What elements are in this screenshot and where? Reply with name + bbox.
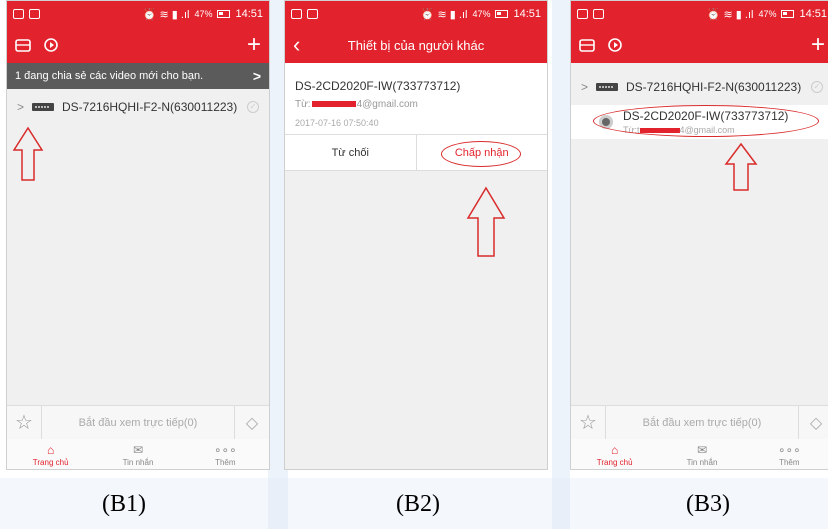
tab-home[interactable]: ⌂ Trang chủ <box>7 439 94 469</box>
home-icon: ⌂ <box>47 442 55 457</box>
playback-icon[interactable] <box>607 37 623 53</box>
caption-b2: (B2) <box>396 491 440 517</box>
sender-email: Từ:t 4@gmail.com <box>623 125 735 135</box>
status-bar: ⏰ ≋ ▮ .ıl 47% 14:51 <box>285 1 547 27</box>
share-notice-banner[interactable]: 1 đang chia sẻ các video mới cho bạn. > <box>7 63 269 89</box>
tab-bar: ⌂ Trang chủ ✉ Tin nhắn ∘∘∘ Thêm <box>7 439 269 469</box>
tab-label: Tin nhắn <box>686 457 718 467</box>
sender-email: Từ: 4@gmail.com <box>295 99 418 110</box>
clock: 14:51 <box>513 8 541 20</box>
shared-device-info: DS-2CD2020F-IW(733773712) Từ:t 4@gmail.co… <box>623 109 788 135</box>
device-name: DS-7216HQHI-F2-N(630011223) <box>626 80 802 94</box>
gallery-icon <box>593 9 604 19</box>
check-icon[interactable]: ✓ <box>247 101 259 113</box>
clock: 14:51 <box>235 8 263 20</box>
battery-level: 47% <box>758 9 777 19</box>
tab-bar: ⌂ Trang chủ ✉ Tin nhắn ∘∘∘ Thêm <box>571 439 828 469</box>
status-bar: ⏰ ≋ ▮ .ıl 47% 14:51 <box>7 1 269 27</box>
battery-icon <box>495 10 509 18</box>
tab-label: Trang chủ <box>596 457 633 467</box>
status-bar: ⏰ ≋ ▮ .ıl 47% 14:51 <box>571 1 828 27</box>
more-icon: ∘∘∘ <box>778 442 801 457</box>
tab-label: Trang chủ <box>32 457 69 467</box>
device-list-icon[interactable] <box>15 37 31 53</box>
plus-icon[interactable]: + <box>247 33 261 57</box>
more-icon: ∘∘∘ <box>214 442 237 457</box>
star-icon[interactable]: ☆ <box>571 410 605 435</box>
playback-icon[interactable] <box>43 37 59 53</box>
device-list-icon[interactable] <box>579 37 595 53</box>
tab-more[interactable]: ∘∘∘ Thêm <box>746 439 828 469</box>
notification-icon <box>577 9 588 19</box>
accept-button[interactable]: Chấp nhận <box>417 135 548 170</box>
device-name: DS-7216HQHI-F2-N(630011223) <box>62 100 238 114</box>
screen-b2: ⏰ ≋ ▮ .ıl 47% 14:51 ‹ Thiết bị của người… <box>284 0 548 470</box>
device-row[interactable]: > DS-7216HQHI-F2-N(630011223) ✓ <box>571 69 828 105</box>
share-timestamp: 2017-07-16 07:50:40 <box>295 118 379 128</box>
battery-icon <box>217 10 231 18</box>
shared-device-row[interactable]: DS-2CD2020F-IW(733773712) Từ:t 4@gmail.co… <box>571 105 828 139</box>
battery-icon <box>781 10 795 18</box>
shared-device-name: DS-2CD2020F-IW(733773712) <box>295 79 461 93</box>
shared-device-name: DS-2CD2020F-IW(733773712) <box>623 109 789 123</box>
signal-icons: ⏰ ≋ ▮ .ıl <box>420 8 468 21</box>
clock: 14:51 <box>799 8 827 20</box>
battery-level: 47% <box>194 9 213 19</box>
chevron-right-icon: > <box>252 68 261 84</box>
caption-b1: (B1) <box>102 491 146 517</box>
notification-icon <box>291 9 302 19</box>
app-bar: ‹ Thiết bị của người khác <box>285 27 547 63</box>
tab-home[interactable]: ⌂ Trang chủ <box>571 439 658 469</box>
tab-label: Tin nhắn <box>122 457 154 467</box>
share-actions: Từ chối Chấp nhận <box>285 135 547 171</box>
screen-b3: ⏰ ≋ ▮ .ıl 47% 14:51 + > DS-7216HQHI-F2-N… <box>570 0 828 470</box>
app-bar: + <box>7 27 269 63</box>
dvr-icon <box>596 83 619 91</box>
watermark-stripe <box>552 0 570 529</box>
dvr-icon <box>32 103 55 111</box>
chevron-right-icon[interactable]: > <box>17 100 24 114</box>
gallery-icon <box>29 9 40 19</box>
reject-button[interactable]: Từ chối <box>285 135 417 170</box>
signal-icons: ⏰ ≋ ▮ .ıl <box>142 8 190 21</box>
share-request-card: DS-2CD2020F-IW(733773712) Từ: 4@gmail.com… <box>285 63 547 135</box>
eraser-icon[interactable]: ◇ <box>799 413 828 433</box>
app-bar: + <box>571 27 828 63</box>
tab-messages[interactable]: ✉ Tin nhắn <box>94 439 181 469</box>
plus-icon[interactable]: + <box>811 33 825 57</box>
star-icon[interactable]: ☆ <box>7 410 41 435</box>
bottom-toolbar: ☆ Bắt đầu xem trực tiếp(0) ◇ <box>571 405 828 439</box>
gallery-icon <box>307 9 318 19</box>
start-live-view-button[interactable]: Bắt đầu xem trực tiếp(0) <box>605 406 799 439</box>
battery-level: 47% <box>472 9 491 19</box>
check-icon[interactable]: ✓ <box>811 81 823 93</box>
back-icon[interactable]: ‹ <box>293 34 311 56</box>
page-title: Thiết bị của người khác <box>347 37 485 53</box>
notification-icon <box>13 9 24 19</box>
caption-b3: (B3) <box>686 491 730 517</box>
screen-b1: ⏰ ≋ ▮ .ıl 47% 14:51 + 1 đang chia sẻ các… <box>6 0 270 470</box>
tab-label: Thêm <box>215 457 236 467</box>
device-row[interactable]: > DS-7216HQHI-F2-N(630011223) ✓ <box>7 89 269 125</box>
redaction-mark <box>311 101 356 108</box>
redaction-mark <box>639 128 680 134</box>
tab-messages[interactable]: ✉ Tin nhắn <box>658 439 745 469</box>
start-live-view-button[interactable]: Bắt đầu xem trực tiếp(0) <box>41 406 235 439</box>
accept-label: Chấp nhận <box>454 147 509 159</box>
chevron-right-icon[interactable]: > <box>581 80 588 94</box>
eraser-icon[interactable]: ◇ <box>235 413 269 433</box>
share-notice-text: 1 đang chia sẻ các video mới cho bạn. <box>15 70 204 82</box>
tab-label: Thêm <box>779 457 800 467</box>
signal-icons: ⏰ ≋ ▮ .ıl <box>706 8 754 21</box>
bottom-toolbar: ☆ Bắt đầu xem trực tiếp(0) ◇ <box>7 405 269 439</box>
home-icon: ⌂ <box>611 442 619 457</box>
tab-more[interactable]: ∘∘∘ Thêm <box>182 439 269 469</box>
message-icon: ✉ <box>132 442 144 457</box>
message-icon: ✉ <box>696 442 708 457</box>
camera-icon <box>599 115 613 129</box>
